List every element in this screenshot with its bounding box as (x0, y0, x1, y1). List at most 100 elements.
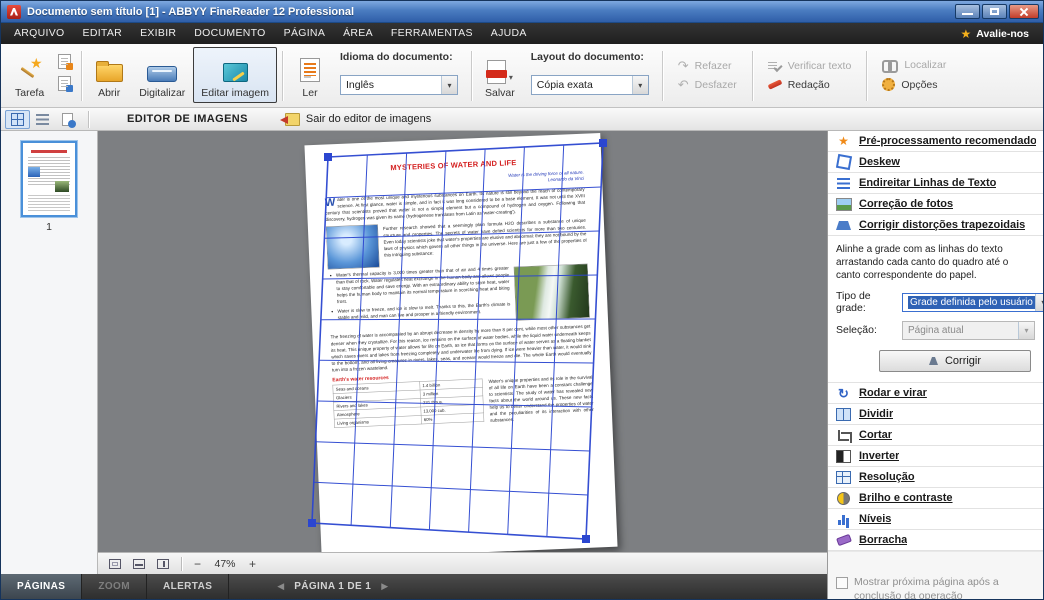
document-layout-dropdown[interactable]: Cópia exata ▾ (531, 75, 649, 95)
tool-deskew[interactable]: Deskew (828, 152, 1043, 173)
menu-pagina[interactable]: PÁGINA (275, 23, 334, 44)
tool-photo-correction[interactable]: Correção de fotos (828, 194, 1043, 215)
toolbar-separator (282, 51, 283, 101)
list-view-button[interactable] (30, 110, 55, 129)
zoom-level-value[interactable]: 47% (208, 558, 242, 570)
preprocessing-icon (835, 134, 852, 149)
chevron-down-icon: ▾ (441, 76, 457, 94)
tool-straighten-text-lines[interactable]: Endireitar Linhas de Texto (828, 173, 1043, 194)
window-title: Documento sem título [1] - ABBYY FineRea… (27, 6, 955, 18)
fit-width-button[interactable] (128, 555, 150, 573)
pages-panel: 1 (1, 131, 98, 574)
menu-ajuda[interactable]: AJUDA (482, 23, 536, 44)
redaction-button[interactable]: Redação (768, 79, 852, 91)
close-button[interactable] (1009, 4, 1039, 19)
menu-ferramentas[interactable]: FERRAMENTAS (382, 23, 482, 44)
thumbnail-title-bar (31, 150, 67, 153)
exit-door-icon (285, 113, 300, 126)
grid-corner-handle[interactable] (308, 519, 316, 527)
image-editor-canvas[interactable]: MYSTERIES OF WATER AND LIFE Water is the… (98, 131, 827, 574)
split-icon (835, 407, 852, 422)
folder-icon (96, 64, 123, 82)
options-button[interactable]: Opções (882, 78, 946, 91)
next-page-button[interactable]: ▶ (381, 581, 388, 592)
page-properties-icon (62, 113, 73, 126)
trapezoid-description: Alinhe a grade com as linhas do texto ar… (836, 243, 1035, 282)
pdf-save-icon (487, 60, 506, 84)
prev-page-button[interactable]: ◀ (277, 581, 284, 592)
actual-size-button[interactable] (152, 555, 174, 573)
undo-button[interactable]: ↶ Desfazer (678, 79, 737, 91)
doc-paragraph: Water's unique properties and its role i… (488, 374, 594, 424)
page-thumbnail[interactable] (21, 141, 77, 217)
status-bar: PÁGINAS ZOOM ALERTAS ◀ PÁGINA 1 DE 1 ▶ (1, 574, 827, 599)
quick-task-button-bottom[interactable] (55, 74, 73, 92)
spellcheck-icon (768, 60, 782, 72)
grid-type-dropdown[interactable]: Grade definida pelo usuário ▾ (902, 293, 1043, 312)
redo-button[interactable]: ↷ Refazer (678, 60, 737, 72)
tool-brightness-contrast[interactable]: Brilho e contraste (828, 488, 1043, 509)
menu-editar[interactable]: EDITAR (74, 23, 132, 44)
tab-paginas[interactable]: PÁGINAS (1, 574, 82, 599)
marker-icon (767, 79, 782, 89)
tab-alertas[interactable]: ALERTAS (147, 574, 229, 599)
title-bar: Documento sem título [1] - ABBYY FineRea… (1, 1, 1043, 23)
page-properties-button[interactable] (55, 110, 80, 129)
read-button[interactable]: Ler (288, 47, 332, 103)
exit-image-editor-button[interactable]: Sair do editor de imagens (276, 110, 440, 129)
thumbnail-text-lines (28, 195, 70, 213)
zoom-out-button[interactable]: − (189, 555, 206, 572)
show-next-page-checkbox[interactable] (836, 577, 848, 589)
toolbar-separator (471, 51, 472, 101)
selection-dropdown[interactable]: Página atual ▾ (902, 321, 1035, 340)
tool-levels[interactable]: Níveis (828, 509, 1043, 530)
edit-image-button[interactable]: Editar imagem (193, 47, 277, 103)
toolbar-separator (752, 51, 753, 101)
tool-split[interactable]: Dividir (828, 404, 1043, 425)
scan-button[interactable]: Digitalizar (131, 47, 193, 103)
waterfall-image (514, 264, 590, 321)
fit-page-button[interactable] (104, 555, 126, 573)
document-language-dropdown[interactable]: Inglês ▾ (340, 75, 458, 95)
tab-zoom[interactable]: ZOOM (82, 574, 147, 599)
document-page: MYSTERIES OF WATER AND LIFE Water is the… (304, 133, 617, 559)
show-next-page-option[interactable]: Mostrar próxima página após a conclusão … (828, 576, 1043, 599)
maximize-button[interactable] (982, 4, 1007, 19)
quick-task-button-top[interactable] (55, 52, 73, 70)
tool-recommended-preprocessing[interactable]: Pré-processamento recomendado (828, 131, 1043, 152)
thumbnail-view-button[interactable] (5, 110, 30, 129)
tool-correct-trapezoid-distortions[interactable]: Corrigir distorções trapezoidais (828, 215, 1043, 236)
tool-eraser[interactable]: Borracha (828, 530, 1043, 551)
tool-invert[interactable]: Inverter (828, 446, 1043, 467)
image-editing-tools-panel: Pré-processamento recomendado Deskew End… (827, 131, 1043, 599)
minimize-button[interactable] (955, 4, 980, 19)
correct-button[interactable]: Corrigir (879, 350, 1031, 372)
menu-area[interactable]: ÁREA (334, 23, 382, 44)
trapezoid-icon (835, 218, 852, 233)
tool-crop[interactable]: Cortar (828, 425, 1043, 446)
crop-icon (835, 428, 852, 443)
find-button[interactable]: Localizar (882, 59, 946, 71)
image-editor-toolbar: EDITOR DE IMAGENS Sair do editor de imag… (1, 108, 1043, 131)
toolbar-separator (866, 51, 867, 101)
verify-text-button[interactable]: Verificar texto (768, 60, 852, 72)
open-button[interactable]: Abrir (87, 47, 131, 103)
menu-documento[interactable]: DOCUMENTO (185, 23, 274, 44)
task-button[interactable]: Tarefa (7, 47, 52, 103)
tool-rotate-and-flip[interactable]: Rodar e virar (828, 383, 1043, 404)
zoom-in-button[interactable]: + (244, 555, 261, 572)
rate-us-button[interactable]: ★ Avalie-nos (961, 27, 1039, 41)
levels-icon (835, 512, 852, 527)
document-layout-label: Layout do documento: (531, 51, 649, 63)
panel-footer: Mostrar próxima página após a conclusão … (828, 551, 1043, 599)
tool-resolution[interactable]: Resolução (828, 467, 1043, 488)
menu-arquivo[interactable]: ARQUIVO (5, 23, 74, 44)
water-drop-image (326, 225, 380, 270)
toolbar-separator (81, 51, 82, 101)
save-button[interactable]: ▾ Salvar (477, 47, 523, 103)
image-editor-title: EDITOR DE IMAGENS (127, 113, 248, 125)
document-save-icon (58, 76, 71, 91)
thumbnail-image-green (55, 181, 69, 192)
invert-icon (835, 449, 852, 464)
menu-exibir[interactable]: EXIBIR (131, 23, 185, 44)
